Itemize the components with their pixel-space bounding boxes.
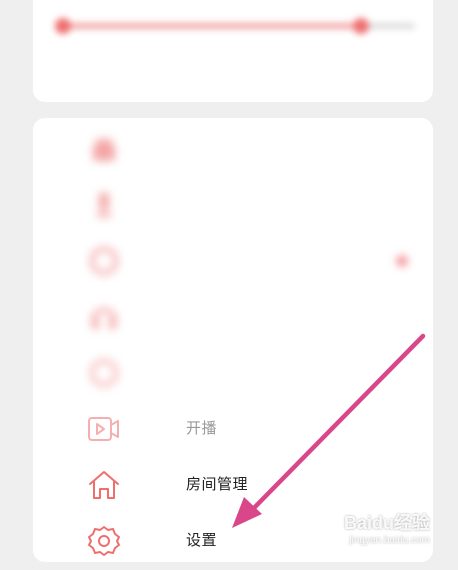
slider-start-knob[interactable] [55, 18, 71, 34]
smile-icon [85, 242, 123, 280]
menu-item-label: 房间管理 [186, 475, 249, 493]
watermark: Bai⁠du经验 jingyan.baidu.com [344, 509, 430, 546]
headphones-icon [85, 298, 123, 336]
gear-icon [85, 522, 123, 560]
playback-card [33, 0, 433, 102]
home-icon [85, 466, 123, 504]
progress-fill [55, 23, 361, 29]
notification-dot [397, 256, 407, 266]
watermark-url: jingyan.baidu.com [349, 535, 430, 546]
clock-icon [85, 354, 123, 392]
menu-item-5[interactable] [33, 344, 433, 400]
menu-item-1[interactable] [33, 120, 433, 176]
menu-item-room-management[interactable]: 房间管理 [33, 456, 433, 512]
menu-item-3[interactable] [33, 232, 433, 288]
menu-item-start-live[interactable]: 开播 [33, 400, 433, 456]
menu-card: 开播 房间管理 设置 [33, 118, 433, 562]
menu-item-label: 设置 [186, 531, 218, 549]
video-icon [85, 410, 123, 448]
slider-knob[interactable] [353, 18, 369, 34]
watermark-logo: Bai⁠du经验 [343, 513, 430, 533]
menu-item-4[interactable] [33, 288, 433, 344]
menu-item-2[interactable] [33, 176, 433, 232]
menu-item-label: 开播 [186, 419, 218, 437]
microphone-icon [85, 186, 123, 224]
gift-icon [85, 130, 123, 168]
progress-slider[interactable] [55, 18, 415, 34]
